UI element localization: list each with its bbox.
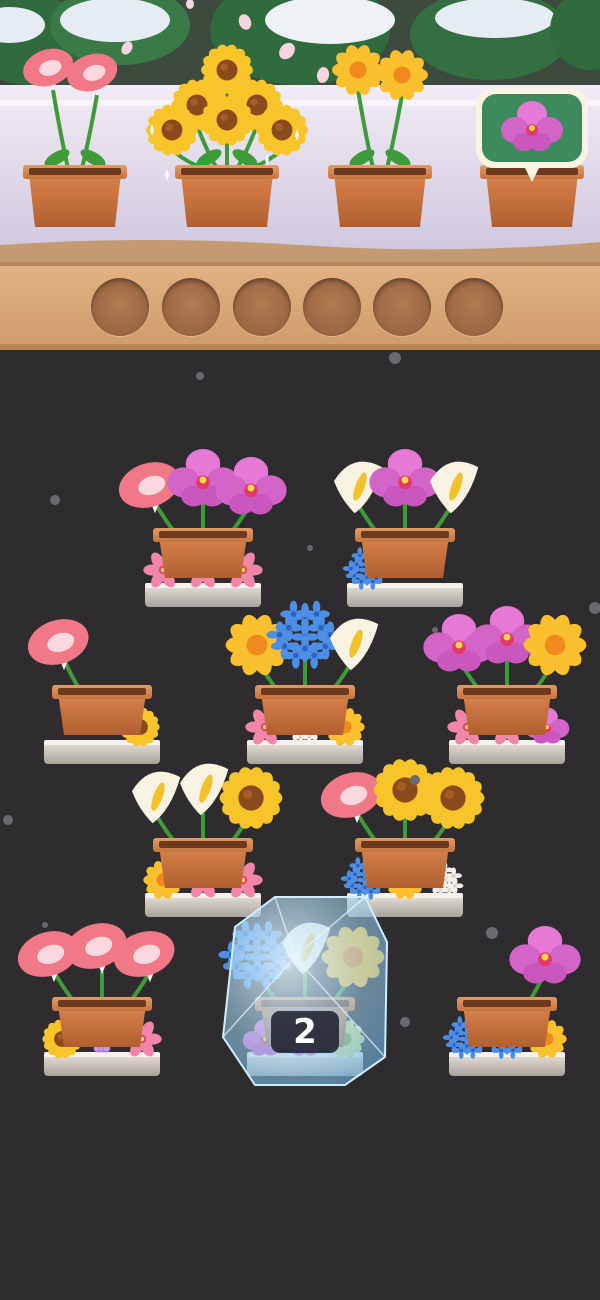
board-pot-a[interactable] <box>113 448 287 607</box>
ice-lock[interactable] <box>221 896 389 1086</box>
flower-pot <box>52 997 152 1047</box>
flower-pot <box>328 165 432 227</box>
orchid-flower-icon <box>215 456 287 515</box>
holding-slot-4[interactable] <box>303 278 361 336</box>
board-pot-i[interactable] <box>218 896 389 1086</box>
order-request-bubble <box>476 88 588 182</box>
holding-slot-3[interactable] <box>233 278 291 336</box>
calla-lily-flower-icon <box>132 771 181 824</box>
holding-slot-2[interactable] <box>162 278 220 336</box>
holding-slot-1[interactable] <box>91 278 149 336</box>
calla-lily-flower-icon <box>330 618 379 671</box>
holding-slot-6[interactable] <box>445 278 503 336</box>
board-pot-c[interactable] <box>22 612 160 764</box>
orchid-flower-icon <box>369 448 441 507</box>
board-pot-e[interactable] <box>423 605 587 764</box>
flower-pot <box>457 685 557 735</box>
board-pot-g[interactable] <box>315 757 485 917</box>
board-pot-b[interactable] <box>334 448 479 607</box>
ice-lock-counter: 2 <box>271 1011 339 1053</box>
yellow-daisy-flower-icon <box>523 614 587 676</box>
flower-pot <box>23 165 127 227</box>
holding-slot-5[interactable] <box>373 278 431 336</box>
pink-petunia-flower-icon <box>27 619 89 671</box>
flower-pot <box>175 165 279 227</box>
flower-pot <box>355 838 455 888</box>
orchid-flower-icon <box>509 925 581 984</box>
flower-pot <box>355 528 455 578</box>
calla-lily-flower-icon <box>430 461 479 514</box>
flower-pot <box>457 997 557 1047</box>
flower-pot <box>52 685 152 735</box>
board <box>12 448 587 1086</box>
flower-pot <box>153 528 253 578</box>
order-pot-4 <box>476 88 588 227</box>
flower-pot <box>255 685 355 735</box>
board-pot-j[interactable] <box>442 925 581 1076</box>
board-pot-d[interactable] <box>225 600 379 764</box>
board-pot-h[interactable] <box>12 916 181 1076</box>
calla-lily-flower-icon <box>180 763 229 816</box>
sunflower-flower-icon <box>219 767 283 829</box>
game-scene <box>0 0 600 1086</box>
flower-pot <box>153 838 253 888</box>
board-pot-f[interactable] <box>132 763 283 917</box>
